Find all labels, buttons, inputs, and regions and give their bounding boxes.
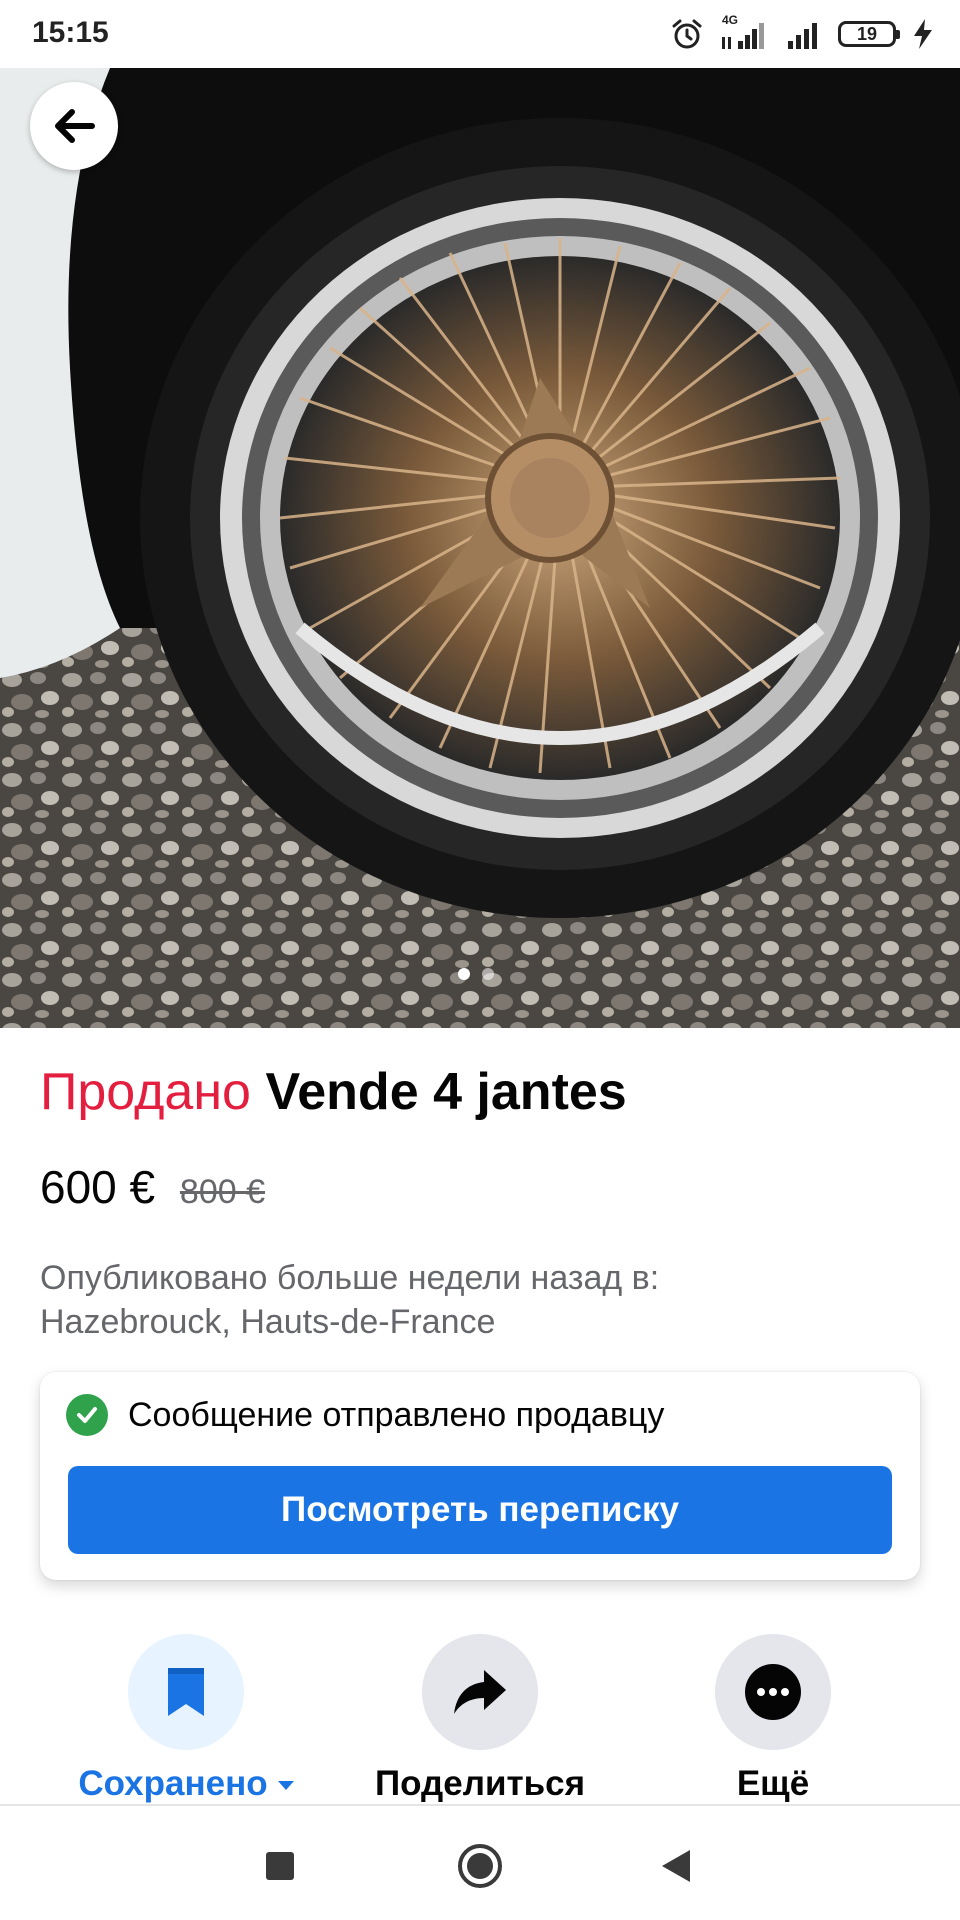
price-row: 600 € 800 € <box>40 1160 265 1214</box>
bookmark-icon <box>168 1668 204 1716</box>
signal-4g-icon: 4G <box>718 13 770 51</box>
save-button[interactable]: Сохранено <box>46 1634 326 1804</box>
back-button[interactable] <box>30 82 118 170</box>
pager-dot <box>482 968 494 980</box>
chevron-down-icon <box>277 1781 294 1791</box>
published-time: Опубликовано больше недели назад в: <box>40 1259 660 1297</box>
status-bar: 15:15 4G 19 <box>0 0 960 68</box>
battery-level: 19 <box>856 23 878 44</box>
home-button[interactable] <box>450 1836 510 1896</box>
save-label-row[interactable]: Сохранено <box>78 1764 294 1804</box>
battery-icon: 19 <box>838 21 900 47</box>
message-sent-text: Сообщение отправлено продавцу <box>128 1395 665 1434</box>
check-circle-icon <box>66 1394 108 1436</box>
pager-dot-active <box>458 968 470 980</box>
recents-button[interactable] <box>250 1836 310 1896</box>
more-dots-icon <box>745 1664 801 1720</box>
share-arrow-icon <box>454 1670 506 1714</box>
arrow-left-icon <box>55 109 95 143</box>
save-label: Сохранено <box>78 1764 268 1803</box>
status-time: 15:15 <box>32 16 109 49</box>
share-label: Поделиться <box>374 1764 586 1803</box>
system-nav-bar <box>0 1806 960 1920</box>
view-conversation-button[interactable]: Посмотреть переписку <box>68 1466 892 1554</box>
wheel-photo <box>0 68 960 1028</box>
message-sent-card: Сообщение отправлено продавцу Посмотреть… <box>40 1372 920 1580</box>
more-circle[interactable] <box>715 1634 831 1750</box>
listing-title: Vende 4 jantes <box>265 1063 627 1121</box>
save-circle[interactable] <box>128 1634 244 1750</box>
listing-title-row: Продано Vende 4 jantes <box>40 1062 627 1122</box>
charging-icon <box>914 19 932 49</box>
share-circle[interactable] <box>422 1634 538 1750</box>
signal-icon <box>788 23 817 49</box>
share-button[interactable]: Поделиться <box>340 1634 620 1804</box>
more-button[interactable]: Ещё <box>633 1634 913 1804</box>
action-bar: Сохранено Поделиться Ещё <box>0 1634 960 1804</box>
alarm-icon <box>672 19 702 49</box>
listing-meta: Опубликовано больше недели назад в: Haze… <box>40 1256 920 1344</box>
current-price: 600 € <box>40 1161 156 1213</box>
listing-photo[interactable] <box>0 68 960 1028</box>
photo-pager-dots <box>458 968 494 980</box>
square-icon <box>266 1852 294 1880</box>
sold-label: Продано <box>40 1063 251 1121</box>
triangle-back-icon <box>662 1850 690 1882</box>
listing-location[interactable]: Hazebrouck, Hauts-de-France <box>40 1300 920 1344</box>
back-nav-button[interactable] <box>646 1836 706 1896</box>
old-price: 800 € <box>179 1173 265 1211</box>
more-label: Ещё <box>736 1764 810 1803</box>
home-circle-icon <box>458 1844 502 1888</box>
message-status-row: Сообщение отправлено продавцу <box>66 1394 664 1436</box>
status-icons: 4G 19 <box>670 13 936 54</box>
